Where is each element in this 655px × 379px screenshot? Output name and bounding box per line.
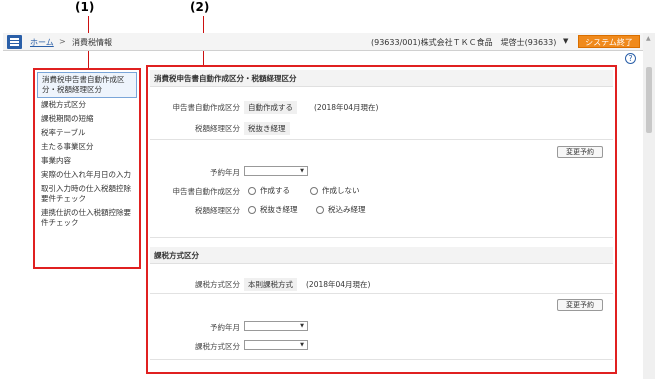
sidebar-item-period-shortening[interactable]: 課税期間の短縮: [37, 112, 137, 126]
change-reservation-button-2[interactable]: 変更予約: [557, 299, 603, 311]
sidebar-item-purchase-date[interactable]: 実際の仕入れ年月日の入力: [37, 168, 137, 182]
main-content-frame: 消費税申告書自動作成区分・税額経理区分 申告書自動作成区分 自動作成する (20…: [146, 65, 617, 374]
reserve-month-select[interactable]: ▼: [244, 166, 308, 176]
scroll-thumb[interactable]: [646, 67, 652, 133]
user-info[interactable]: (93633/001)株式会社ＴＫＣ食品 堤啓士(93633): [371, 37, 556, 48]
breadcrumb-home-link[interactable]: ホーム: [30, 37, 54, 48]
change-reservation-button[interactable]: 変更予約: [557, 146, 603, 158]
divider: [150, 293, 613, 294]
radio-icon: [248, 186, 256, 195]
tax-accounting-label: 税額経理区分: [195, 124, 240, 133]
tax-accounting-value: 税抜き経理: [244, 122, 290, 135]
radio-not-create-label: 作成しない: [322, 186, 360, 195]
sidebar-item-tax-rate-table[interactable]: 税率テーブル: [37, 126, 137, 140]
chevron-down-icon: ▼: [300, 168, 304, 174]
sidebar-nav: 消費税申告書自動作成区分・税額経理区分 課税方式区分 課税期間の短縮 税率テーブ…: [37, 72, 137, 230]
section-tax-method-title: 課税方式区分: [150, 247, 613, 264]
radio-create[interactable]: 作成する: [248, 185, 290, 196]
sidebar-item-business-content[interactable]: 事業内容: [37, 154, 137, 168]
callout-2: (2): [190, 0, 210, 14]
hamburger-menu-icon[interactable]: [7, 35, 22, 49]
radio-tax-included[interactable]: 税込み経理: [316, 204, 366, 215]
sidebar-item-linked-deduction-check[interactable]: 連携仕訳の仕入税額控除要件チェック: [37, 206, 137, 230]
tax-accounting-radio-label: 税額経理区分: [195, 206, 240, 215]
radio-not-create[interactable]: 作成しない: [310, 185, 360, 196]
sidebar-highlight-frame: 消費税申告書自動作成区分・税額経理区分 課税方式区分 課税期間の短縮 税率テーブ…: [33, 68, 141, 269]
radio-icon: [316, 205, 324, 214]
breadcrumb-current: 消費税情報: [72, 38, 112, 47]
chevron-down-icon: ▼: [300, 342, 304, 348]
radio-tax-included-label: 税込み経理: [328, 205, 366, 214]
auto-create-note: (2018年04月現在): [314, 103, 379, 112]
help-icon[interactable]: ?: [625, 53, 636, 64]
auto-create-label: 申告書自動作成区分: [172, 103, 241, 112]
radio-icon: [248, 205, 256, 214]
top-bar: ホーム > 消費税情報 (93633/001)株式会社ＴＫＣ食品 堤啓士(936…: [3, 33, 643, 51]
divider: [150, 237, 613, 238]
tax-method-select[interactable]: ▼: [244, 340, 308, 350]
tax-method-label: 課税方式区分: [195, 280, 240, 289]
radio-tax-excluded-label: 税抜き経理: [260, 205, 298, 214]
breadcrumb-separator: >: [59, 37, 66, 46]
system-exit-button[interactable]: システム終了: [578, 35, 640, 48]
callout-1: (1): [75, 0, 95, 14]
sidebar-item-tax-method[interactable]: 課税方式区分: [37, 98, 137, 112]
scrollbar[interactable]: ▲: [643, 33, 655, 379]
sidebar-item-main-business[interactable]: 主たる事業区分: [37, 140, 137, 154]
tax-method-note: (2018年04月現在): [306, 280, 371, 289]
radio-tax-excluded[interactable]: 税抜き経理: [248, 204, 298, 215]
sidebar-item-input-deduction-check[interactable]: 取引入力時の仕入税額控除要件チェック: [37, 182, 137, 206]
radio-icon: [310, 186, 318, 195]
divider: [150, 139, 613, 140]
chevron-down-icon: ▼: [300, 323, 304, 329]
tax-method-value: 本則課税方式: [244, 278, 297, 291]
tax-method-select-label: 課税方式区分: [195, 342, 240, 351]
auto-create-radio-label: 申告書自動作成区分: [172, 187, 241, 196]
auto-create-value: 自動作成する: [244, 101, 297, 114]
section-auto-create-title: 消費税申告書自動作成区分・税額経理区分: [150, 70, 613, 87]
reserve-month-label: 予約年月: [210, 168, 240, 177]
user-dropdown-icon[interactable]: ▼: [563, 37, 568, 45]
scroll-up-icon[interactable]: ▲: [646, 35, 651, 42]
divider: [150, 359, 613, 360]
reserve-month-label-2: 予約年月: [210, 323, 240, 332]
radio-create-label: 作成する: [260, 186, 290, 195]
sidebar-item-auto-create[interactable]: 消費税申告書自動作成区分・税額経理区分: [37, 72, 137, 98]
reserve-month-select-2[interactable]: ▼: [244, 321, 308, 331]
